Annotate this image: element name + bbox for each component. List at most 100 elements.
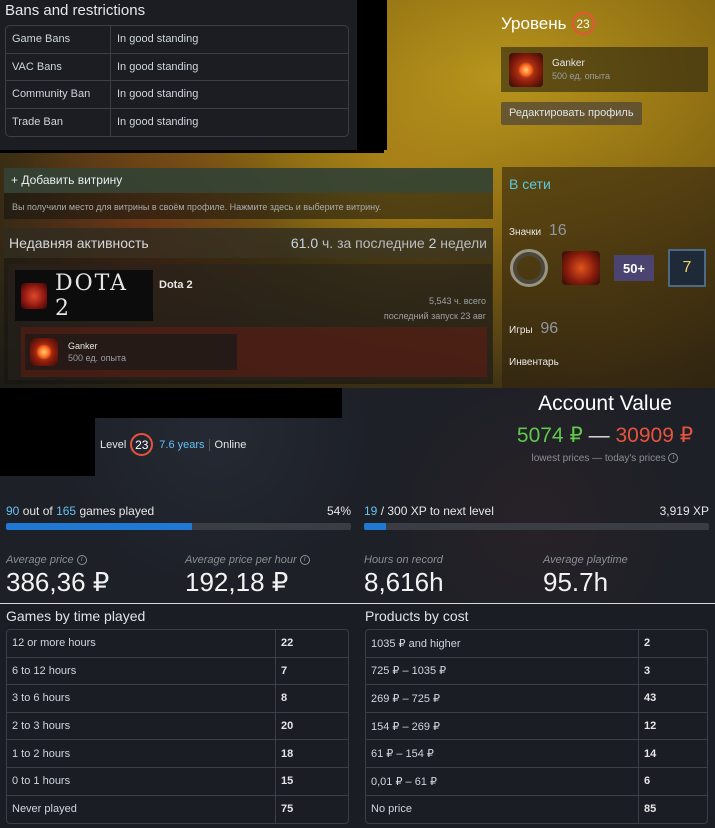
xp-text: 19 / 300 XP to next level (364, 504, 494, 518)
table-row: 154 ₽ – 269 ₽12 (366, 712, 707, 741)
favorite-badge-name: Ganker (552, 58, 585, 69)
recent-activity-hours-unit: ч. за последние (322, 235, 425, 251)
add-showcase-panel[interactable]: + Добавить витрину Вы получили место для… (4, 168, 493, 219)
ban-label: VAC Bans (6, 53, 111, 81)
ban-value: In good standing (111, 26, 348, 54)
ring-badge-icon[interactable] (510, 249, 548, 287)
recent-activity-weeks-unit: недели (440, 235, 487, 251)
edit-profile-button[interactable]: Редактировать профиль (501, 102, 642, 125)
row-label: 12 or more hours (7, 630, 275, 658)
row-value: 15 (275, 767, 348, 796)
game-badge-name: Ganker (68, 341, 98, 351)
table-row: No price 85 (366, 795, 707, 824)
favorite-badge-xp: 500 ед. опыта (552, 71, 610, 81)
stat-label-text: Average price (6, 554, 74, 566)
games-played-mid: out of (22, 504, 53, 518)
stat-average-price-per-hour: Average price per hour i 192,18 ₽ (185, 554, 310, 598)
game-capsule[interactable]: DOTA 2 (15, 270, 153, 321)
profile-level-badge: 23 (571, 12, 595, 35)
game-name-link[interactable]: Dota 2 (159, 279, 193, 291)
profile-level-block: Уровень 23 Ganker 500 ед. опыта Редактир… (501, 12, 711, 125)
badges-link[interactable]: Значки 16 (509, 222, 567, 240)
ban-label: Trade Ban (6, 108, 111, 136)
stat-value: 95.7h (543, 567, 609, 597)
games-played-text: 90 out of 165 games played (6, 504, 154, 518)
table-row: 725 ₽ – 1035 ₽3 (366, 657, 707, 686)
game-badge-strip: Ganker 500 ед. опыта (21, 327, 487, 377)
games-label: Игры (509, 325, 533, 336)
favorite-badge-card[interactable]: Ganker 500 ед. опыта (501, 47, 708, 92)
summary-level-label: Level (100, 438, 127, 451)
stats-band: Level 23 7.6 years Online Account Value … (0, 388, 715, 603)
table-row: 269 ₽ – 725 ₽43 (366, 685, 707, 713)
game-badge-xp: 500 ед. опыта (68, 353, 126, 363)
ban-value: In good standing (111, 54, 348, 81)
stat-average-playtime: Average playtime 95.7h (543, 554, 628, 598)
row-label: 3 to 6 hours (7, 685, 275, 713)
add-showcase-button[interactable]: + Добавить витрину (4, 168, 493, 193)
row-value: 43 (638, 685, 707, 713)
profile-sidebar: В сети Значки 16 50+ 7 Игры 96 Инвентарь (502, 167, 715, 388)
recent-activity-header: Недавняя активность 61.0 ч. за последние… (4, 228, 493, 258)
summary-level-badge: 23 (130, 433, 154, 456)
badges-count: 16 (548, 222, 567, 239)
games-total: 165 (56, 504, 77, 518)
games-played-progress: 90 out of 165 games played 54% (6, 504, 351, 530)
table-row: 3 to 6 hours 8 (7, 685, 348, 713)
stat-label: Average price i (6, 554, 109, 566)
level-50-badge-icon[interactable]: 50+ (614, 255, 654, 281)
inventory-link[interactable]: Инвентарь (509, 357, 559, 368)
row-value: 8 (275, 685, 348, 713)
xp-tail: / 300 XP to next level (380, 504, 494, 518)
favorite-badge-info: Ganker 500 ед. опыта (552, 58, 610, 81)
games-played-fill (6, 523, 193, 530)
products-by-cost-section: Products by cost 1035 ₽ and higher 2 725 … (365, 608, 708, 825)
row-label: Never played (12, 803, 77, 816)
games-link[interactable]: Игры 96 (509, 320, 558, 338)
info-icon[interactable]: i (299, 555, 310, 566)
profile-level-label: Уровень (501, 13, 567, 33)
stat-label: Average price per hour i (185, 554, 310, 566)
game-badge-info: Ganker 500 ед. опыта (68, 341, 126, 363)
profile-level-title: Уровень 23 (501, 12, 711, 35)
row-value: 75 (275, 795, 348, 824)
table-row: 0,01 ₽ – 61 ₽6 (366, 767, 707, 796)
add-showcase-description: Вы получили место для витрины в своём пр… (12, 202, 382, 212)
xp-row: 19 / 300 XP to next level 3,919 XP (364, 504, 709, 518)
summary-level-line: Level 23 7.6 years Online (100, 433, 246, 456)
table-row: 0 to 1 hours 15 (7, 767, 348, 796)
row-value: 20 (275, 712, 348, 741)
row-value: 18 (275, 740, 348, 768)
info-icon[interactable]: i (76, 555, 87, 566)
row-value: 2 (638, 630, 707, 658)
table-row: 12 or more hours 22 (7, 630, 348, 658)
table-row: 6 to 12 hours 7 (7, 657, 348, 686)
row-value: 85 (638, 795, 707, 824)
stat-value: 386,36 ₽ (6, 567, 110, 597)
games-count: 96 (540, 320, 559, 337)
ban-value: In good standing (117, 116, 199, 129)
row-label: 0,01 ₽ – 61 ₽ (366, 768, 638, 796)
row-value: 7 (275, 657, 348, 686)
account-value-title: Account Value (538, 392, 672, 415)
badges-row: 50+ 7 (510, 249, 706, 287)
account-value-high: 30909 ₽ (615, 424, 694, 447)
row-label: 2 to 3 hours (7, 713, 275, 741)
game-badge-card[interactable]: Ganker 500 ед. опыта (25, 334, 237, 370)
row-label: 725 ₽ – 1035 ₽ (366, 658, 638, 686)
dota-badge-icon[interactable] (562, 251, 600, 285)
years-badge-icon[interactable]: 7 (668, 249, 706, 287)
row-value: 12 (638, 712, 707, 741)
online-status: В сети (509, 176, 551, 192)
xp-bar (364, 523, 709, 530)
badges-label: Значки (509, 227, 542, 238)
recent-activity-hours: 61.0 (290, 235, 319, 251)
info-icon[interactable]: i (668, 453, 679, 464)
table-row: VAC Bans In good standing (6, 53, 348, 81)
row-label: 0 to 1 hours (7, 768, 275, 796)
stat-label: Average playtime (543, 554, 628, 566)
account-value: Account Value 5074 ₽ — 30909 ₽ lowest pr… (500, 392, 710, 464)
stat-value: 192,18 ₽ (185, 567, 289, 597)
stat-average-price: Average price i 386,36 ₽ (6, 554, 109, 598)
recent-activity-title: Недавняя активность (9, 235, 149, 251)
